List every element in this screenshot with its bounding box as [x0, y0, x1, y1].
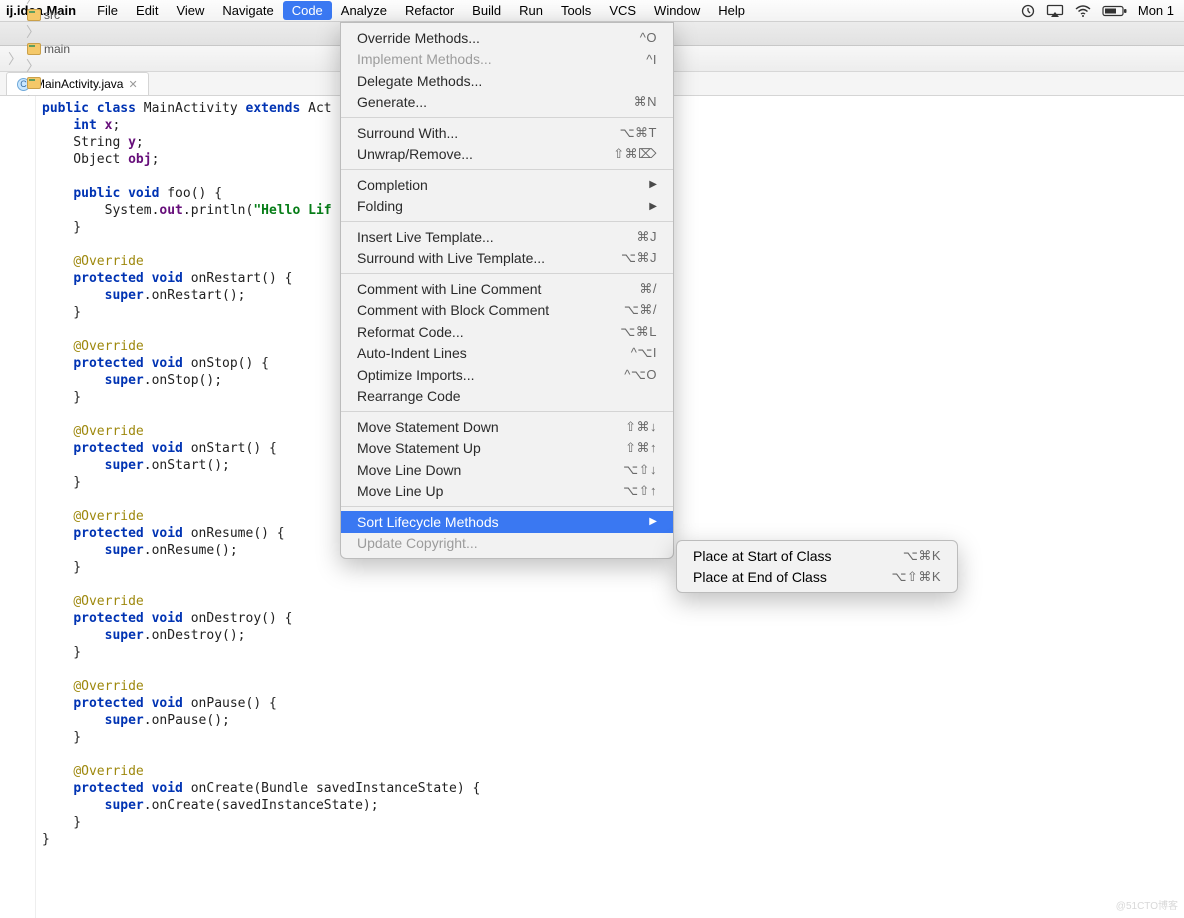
breadcrumb-src[interactable]: src — [24, 8, 73, 22]
menu-item-surround-with-live-template[interactable]: Surround with Live Template...⌥⌘J — [341, 248, 673, 270]
menu-item-comment-with-block-comment[interactable]: Comment with Block Comment⌥⌘/ — [341, 300, 673, 322]
folder-icon — [27, 77, 41, 89]
submenu-item-place-at-end-of-class[interactable]: Place at End of Class⌥⇧⌘K — [677, 567, 957, 589]
close-icon[interactable]: ✕ — [128, 78, 137, 91]
menu-item-delegate-methods[interactable]: Delegate Methods... — [341, 70, 673, 92]
menu-run[interactable]: Run — [510, 1, 552, 20]
menu-item-folding[interactable]: Folding▶ — [341, 196, 673, 218]
menu-item-reformat-code[interactable]: Reformat Code...⌥⌘L — [341, 321, 673, 343]
breadcrumb-main[interactable]: main — [24, 42, 73, 56]
macos-menubar: ij.idea.Main FileEditViewNavigateCodeAna… — [0, 0, 1184, 22]
clock: Mon 1 — [1138, 3, 1174, 18]
menu-item-optimize-imports[interactable]: Optimize Imports...^⌥O — [341, 364, 673, 386]
menu-build[interactable]: Build — [463, 1, 510, 20]
menu-analyze[interactable]: Analyze — [332, 1, 396, 20]
editor-gutter — [0, 96, 36, 918]
tab-filename: MainActivity.java — [35, 77, 123, 91]
airplay-icon[interactable] — [1046, 4, 1064, 18]
menu-item-sort-lifecycle-methods[interactable]: Sort Lifecycle Methods▶ — [341, 511, 673, 533]
notification-icon[interactable] — [1020, 4, 1036, 18]
menubar-status-area: Mon 1 — [1020, 3, 1178, 18]
menu-item-comment-with-line-comment[interactable]: Comment with Line Comment⌘/ — [341, 278, 673, 300]
menu-item-move-line-up[interactable]: Move Line Up⌥⇧↑ — [341, 481, 673, 503]
menu-item-unwrap-remove[interactable]: Unwrap/Remove...⇧⌘⌦ — [341, 144, 673, 166]
menu-code[interactable]: Code — [283, 1, 332, 20]
code-menu-dropdown[interactable]: Override Methods...^OImplement Methods..… — [340, 22, 674, 559]
menu-item-implement-methods: Implement Methods...^I — [341, 49, 673, 71]
menu-item-move-statement-up[interactable]: Move Statement Up⇧⌘↑ — [341, 438, 673, 460]
menu-help[interactable]: Help — [709, 1, 754, 20]
wifi-icon[interactable] — [1074, 4, 1092, 18]
menu-item-override-methods[interactable]: Override Methods...^O — [341, 27, 673, 49]
menu-window[interactable]: Window — [645, 1, 709, 20]
menu-refactor[interactable]: Refactor — [396, 1, 463, 20]
menu-item-surround-with[interactable]: Surround With...⌥⌘T — [341, 122, 673, 144]
menu-item-move-statement-down[interactable]: Move Statement Down⇧⌘↓ — [341, 416, 673, 438]
sort-lifecycle-submenu[interactable]: Place at Start of Class⌥⌘KPlace at End o… — [676, 540, 958, 593]
menu-edit[interactable]: Edit — [127, 1, 167, 20]
folder-icon — [27, 9, 41, 21]
watermark: @51CTO博客 — [1116, 897, 1178, 912]
battery-icon[interactable] — [1102, 4, 1128, 18]
menu-tools[interactable]: Tools — [552, 1, 600, 20]
submenu-item-place-at-start-of-class[interactable]: Place at Start of Class⌥⌘K — [677, 545, 957, 567]
menu-item-generate[interactable]: Generate...⌘N — [341, 92, 673, 114]
folder-icon — [27, 43, 41, 55]
menu-item-auto-indent-lines[interactable]: Auto-Indent Lines^⌥I — [341, 343, 673, 365]
menu-item-insert-live-template[interactable]: Insert Live Template...⌘J — [341, 226, 673, 248]
menu-file[interactable]: File — [88, 1, 127, 20]
menu-item-move-line-down[interactable]: Move Line Down⌥⇧↓ — [341, 459, 673, 481]
menu-navigate[interactable]: Navigate — [213, 1, 282, 20]
menu-view[interactable]: View — [167, 1, 213, 20]
menu-item-update-copyright: Update Copyright... — [341, 533, 673, 555]
menu-item-completion[interactable]: Completion▶ — [341, 174, 673, 196]
menu-item-rearrange-code[interactable]: Rearrange Code — [341, 386, 673, 408]
menu-vcs[interactable]: VCS — [600, 1, 645, 20]
